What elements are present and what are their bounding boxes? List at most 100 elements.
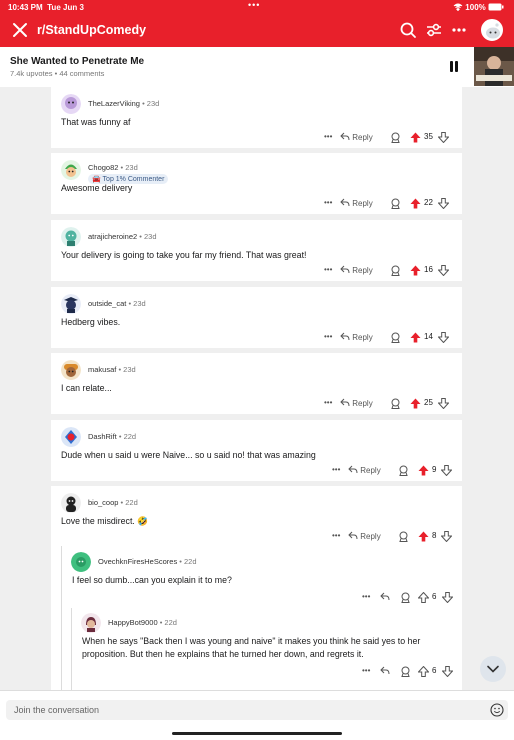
comment[interactable]: DashRift • 22d Dude when u said u were N… [51,420,462,481]
award-icon[interactable] [390,265,401,276]
avatar[interactable] [61,160,81,180]
more-options-icon[interactable] [451,21,467,39]
downvote-icon[interactable] [441,465,452,476]
scroll-to-next-button[interactable] [480,656,506,682]
downvote-icon[interactable] [441,531,452,542]
avatar[interactable] [61,294,81,314]
award-icon[interactable] [400,592,411,603]
comment-author[interactable]: makusaf • 23d [88,365,136,374]
award-icon[interactable] [390,132,401,143]
comment[interactable]: Chogo82 • 23d 🚘 Top 1% Commenter Awesome… [51,153,462,214]
reply-button[interactable]: Reply [340,332,373,342]
upvote-icon[interactable] [410,132,421,143]
comment-author[interactable]: TheLazerViking • 23d [88,99,159,108]
close-icon[interactable] [10,20,30,40]
post-header[interactable]: She Wanted to Penetrate Me 7.4k upvotes … [0,47,514,87]
more-button[interactable]: ••• [332,531,340,540]
comment[interactable]: atrajicheroine2 • 23d Your delivery is g… [51,220,462,281]
reply-button[interactable]: Reply [348,465,381,475]
downvote-icon[interactable] [438,132,449,143]
subreddit-title[interactable]: r/StandUpComedy [37,23,146,37]
reply-icon[interactable] [380,592,390,601]
multitask-dots-icon[interactable]: ••• [248,0,260,10]
downvote-icon[interactable] [442,592,453,603]
comment[interactable]: outside_cat • 23d Hedberg vibes. ••• Rep… [51,287,462,348]
comment-actions: ••• Reply 9 [332,465,454,477]
award-icon[interactable] [398,465,409,476]
vote-count: 8 [432,531,437,540]
upvote-icon[interactable] [418,465,429,476]
thread-line[interactable] [71,608,72,690]
award-icon[interactable] [390,198,401,209]
upvote-icon[interactable] [410,332,421,343]
reply-button[interactable]: Reply [340,398,373,408]
comment-author[interactable]: atrajicheroine2 • 23d [88,232,157,241]
downvote-icon[interactable] [442,666,453,677]
upvote-icon[interactable] [418,666,429,677]
upvote-icon[interactable] [410,398,421,409]
downvote-icon[interactable] [438,398,449,409]
thread-line[interactable] [61,546,62,690]
upvote-icon[interactable] [410,265,421,276]
award-icon[interactable] [390,332,401,343]
reply-button[interactable]: Reply [340,265,373,275]
reply-button[interactable]: Reply [340,132,373,142]
downvote-icon[interactable] [438,198,449,209]
avatar[interactable] [71,552,91,572]
avatar[interactable] [61,227,81,247]
more-button[interactable]: ••• [362,592,370,601]
award-icon[interactable] [398,531,409,542]
filter-sliders-icon[interactable] [425,21,443,39]
comment-author[interactable]: DashRift • 22d [88,432,136,441]
comment-author[interactable]: bio_coop • 22d [88,498,138,507]
comment-text: I feel so dumb...can you explain it to m… [72,575,232,585]
comment-text: That was funny af [61,117,131,127]
award-icon[interactable] [390,398,401,409]
join-conversation-input[interactable]: Join the conversation [6,700,508,720]
comment-actions: ••• 6 [362,592,454,604]
downvote-icon[interactable] [438,265,449,276]
user-avatar[interactable] [481,19,503,41]
avatar[interactable] [81,613,101,633]
more-button[interactable]: ••• [324,398,332,407]
comment-author[interactable]: OvechknFiresHeScores • 22d [98,557,197,566]
pause-icon[interactable] [449,61,459,72]
downvote-icon[interactable] [438,332,449,343]
reply-button[interactable]: Reply [348,531,381,541]
emoji-icon[interactable] [490,703,504,717]
reply-comment[interactable]: HappyBot9000 • 22d When he says "Back th… [73,609,460,679]
comment-author[interactable]: HappyBot9000 • 22d [108,618,177,627]
avatar[interactable] [61,94,81,114]
reply-button[interactable]: Reply [340,198,373,208]
comment-author[interactable]: Chogo82 • 23d [88,163,138,172]
upvote-icon[interactable] [410,198,421,209]
post-meta: 7.4k upvotes • 44 comments [10,69,105,78]
wifi-icon [453,3,463,12]
comment[interactable]: TheLazerViking • 23d That was funny af •… [51,87,462,148]
more-button[interactable]: ••• [362,666,370,675]
video-thumbnail[interactable] [474,47,514,86]
comment[interactable]: bio_coop • 22d Love the misdirect. 🤣 •••… [51,486,462,690]
upvote-icon[interactable] [418,531,429,542]
upvote-icon[interactable] [418,592,429,603]
vote-count: 14 [424,332,433,341]
top-bar: r/StandUpComedy [0,14,514,47]
more-button[interactable]: ••• [332,465,340,474]
reply-icon [340,132,350,141]
reply-comment[interactable]: OvechknFiresHeScores • 22d I feel so dum… [63,548,460,606]
post-title: She Wanted to Penetrate Me [10,56,145,67]
comment-author[interactable]: outside_cat • 23d [88,299,146,308]
composer-placeholder: Join the conversation [14,705,100,715]
avatar[interactable] [61,360,81,380]
reply-icon [340,332,350,341]
more-button[interactable]: ••• [324,198,332,207]
comment[interactable]: makusaf • 23d I can relate... ••• Reply … [51,353,462,414]
avatar[interactable] [61,427,81,447]
search-icon[interactable] [399,21,417,39]
award-icon[interactable] [400,666,411,677]
reply-icon[interactable] [380,666,390,675]
more-button[interactable]: ••• [324,332,332,341]
more-button[interactable]: ••• [324,132,332,141]
more-button[interactable]: ••• [324,265,332,274]
avatar[interactable] [61,493,81,513]
